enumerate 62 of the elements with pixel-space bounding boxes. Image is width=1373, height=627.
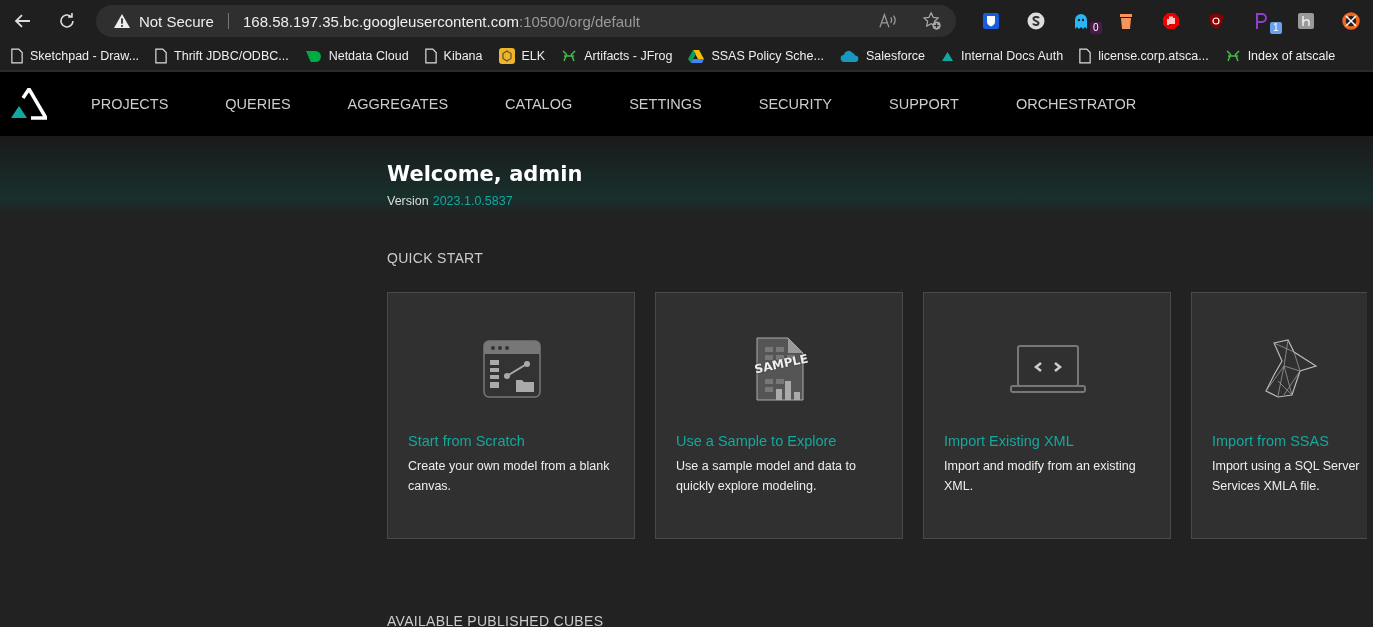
version-number: 2023.1.0.5837 <box>432 194 513 208</box>
page-icon <box>424 48 437 64</box>
nav-tab[interactable]: CATALOG <box>505 96 573 112</box>
card-title: Use a Sample to Explore <box>676 433 838 449</box>
bookmark-link[interactable]: Internal Docs Auth <box>941 49 1064 63</box>
quick-start-card[interactable]: Import Existing XML Import and modify from an existing XML. <box>923 292 1171 539</box>
bookmark-link[interactable]: Salesforce <box>839 49 925 63</box>
hexagon-icon <box>498 48 515 64</box>
welcome-title: Welcome, admin <box>387 162 584 186</box>
stop-hand-icon[interactable] <box>1161 12 1180 30</box>
bookmark-link[interactable]: Index of atscale <box>1224 48 1336 64</box>
address-bar[interactable]: Not Secure 168.58.197.35.bc.googleusercontent.com:10500/org/default <box>95 5 956 37</box>
nav-tab[interactable]: AGGREGATES <box>347 96 449 112</box>
page-icon <box>155 48 168 64</box>
card-title: Import from SSAS <box>1212 433 1330 449</box>
bookmark-link[interactable]: Artifacts - JFrog <box>561 48 673 64</box>
shield-icon[interactable] <box>981 12 1000 30</box>
quick-start-card[interactable]: Import from SSAS Import using a SQL Server Services XMLA file. <box>1191 292 1367 539</box>
triangle-icon <box>941 50 954 62</box>
card-description: Import and modify from an existing XML. <box>944 458 1137 495</box>
quick-start-card[interactable]: Start from Scratch Create your own model from a blank canvas. <box>387 292 635 539</box>
h-square-icon[interactable] <box>1296 12 1315 30</box>
card-description: Create your own model from a blank canvas. <box>408 458 611 495</box>
canvas-window-icon <box>483 340 541 398</box>
extension-badge: 0 <box>1090 22 1102 34</box>
page-icon <box>1079 48 1092 64</box>
star-plus-icon[interactable] <box>922 11 942 31</box>
security-label: Not Secure <box>138 12 214 30</box>
logo-icon[interactable] <box>11 88 47 120</box>
bookmark-link[interactable]: SSAS Policy Sche... <box>688 49 824 63</box>
bookmark-link[interactable]: license.corp.atsca... <box>1079 48 1209 64</box>
shield-icon[interactable] <box>1206 12 1225 30</box>
laptop-code-icon <box>1010 345 1086 393</box>
bookmark-link[interactable]: ELK <box>498 48 546 64</box>
nav-tab[interactable]: ORCHESTRATOR <box>1015 96 1137 112</box>
url-text: 168.58.197.35.bc.googleusercontent.com:10500/org/default <box>242 12 640 30</box>
nav-tab[interactable]: SUPPORT <box>889 96 959 112</box>
nav-tab[interactable]: SECURITY <box>758 96 833 112</box>
nav-tab[interactable]: SETTINGS <box>629 96 702 112</box>
extension-badge: 1 <box>1270 22 1282 34</box>
nav-tab[interactable]: PROJECTS <box>91 96 169 112</box>
version-label: Version <box>387 194 429 208</box>
read-aloud-icon[interactable] <box>878 12 898 30</box>
card-title: Import Existing XML <box>944 433 1075 449</box>
bookmark-link[interactable]: Netdata Cloud <box>304 49 409 63</box>
lifebuoy-icon[interactable] <box>1341 12 1360 30</box>
section-heading: AVAILABLE PUBLISHED CUBES <box>387 613 605 627</box>
quick-start-card[interactable]: SAMPLE Use a Sample to Explore Use a sample model and data to quickly explore modeling. <box>655 292 903 539</box>
card-description: Import using a SQL Server Services XMLA file. <box>1212 458 1361 495</box>
bookmark-link[interactable]: Sketchpad - Draw... <box>11 48 140 64</box>
bookmark-link[interactable]: Kibana <box>424 48 483 64</box>
card-title: Start from Scratch <box>408 433 526 449</box>
cloud-icon <box>839 49 859 63</box>
section-heading: QUICK START <box>387 250 485 266</box>
s-circle-icon[interactable] <box>1026 12 1045 30</box>
triangle-icon <box>688 49 705 63</box>
warning-icon <box>112 13 131 29</box>
nav-tab[interactable]: QUERIES <box>225 96 291 112</box>
page-icon <box>11 48 23 64</box>
leaf-icon <box>304 49 322 63</box>
card-description: Use a sample model and data to quickly explore modeling. <box>676 458 857 495</box>
bookmark-link[interactable]: Thrift JDBC/ODBC... <box>155 48 289 64</box>
